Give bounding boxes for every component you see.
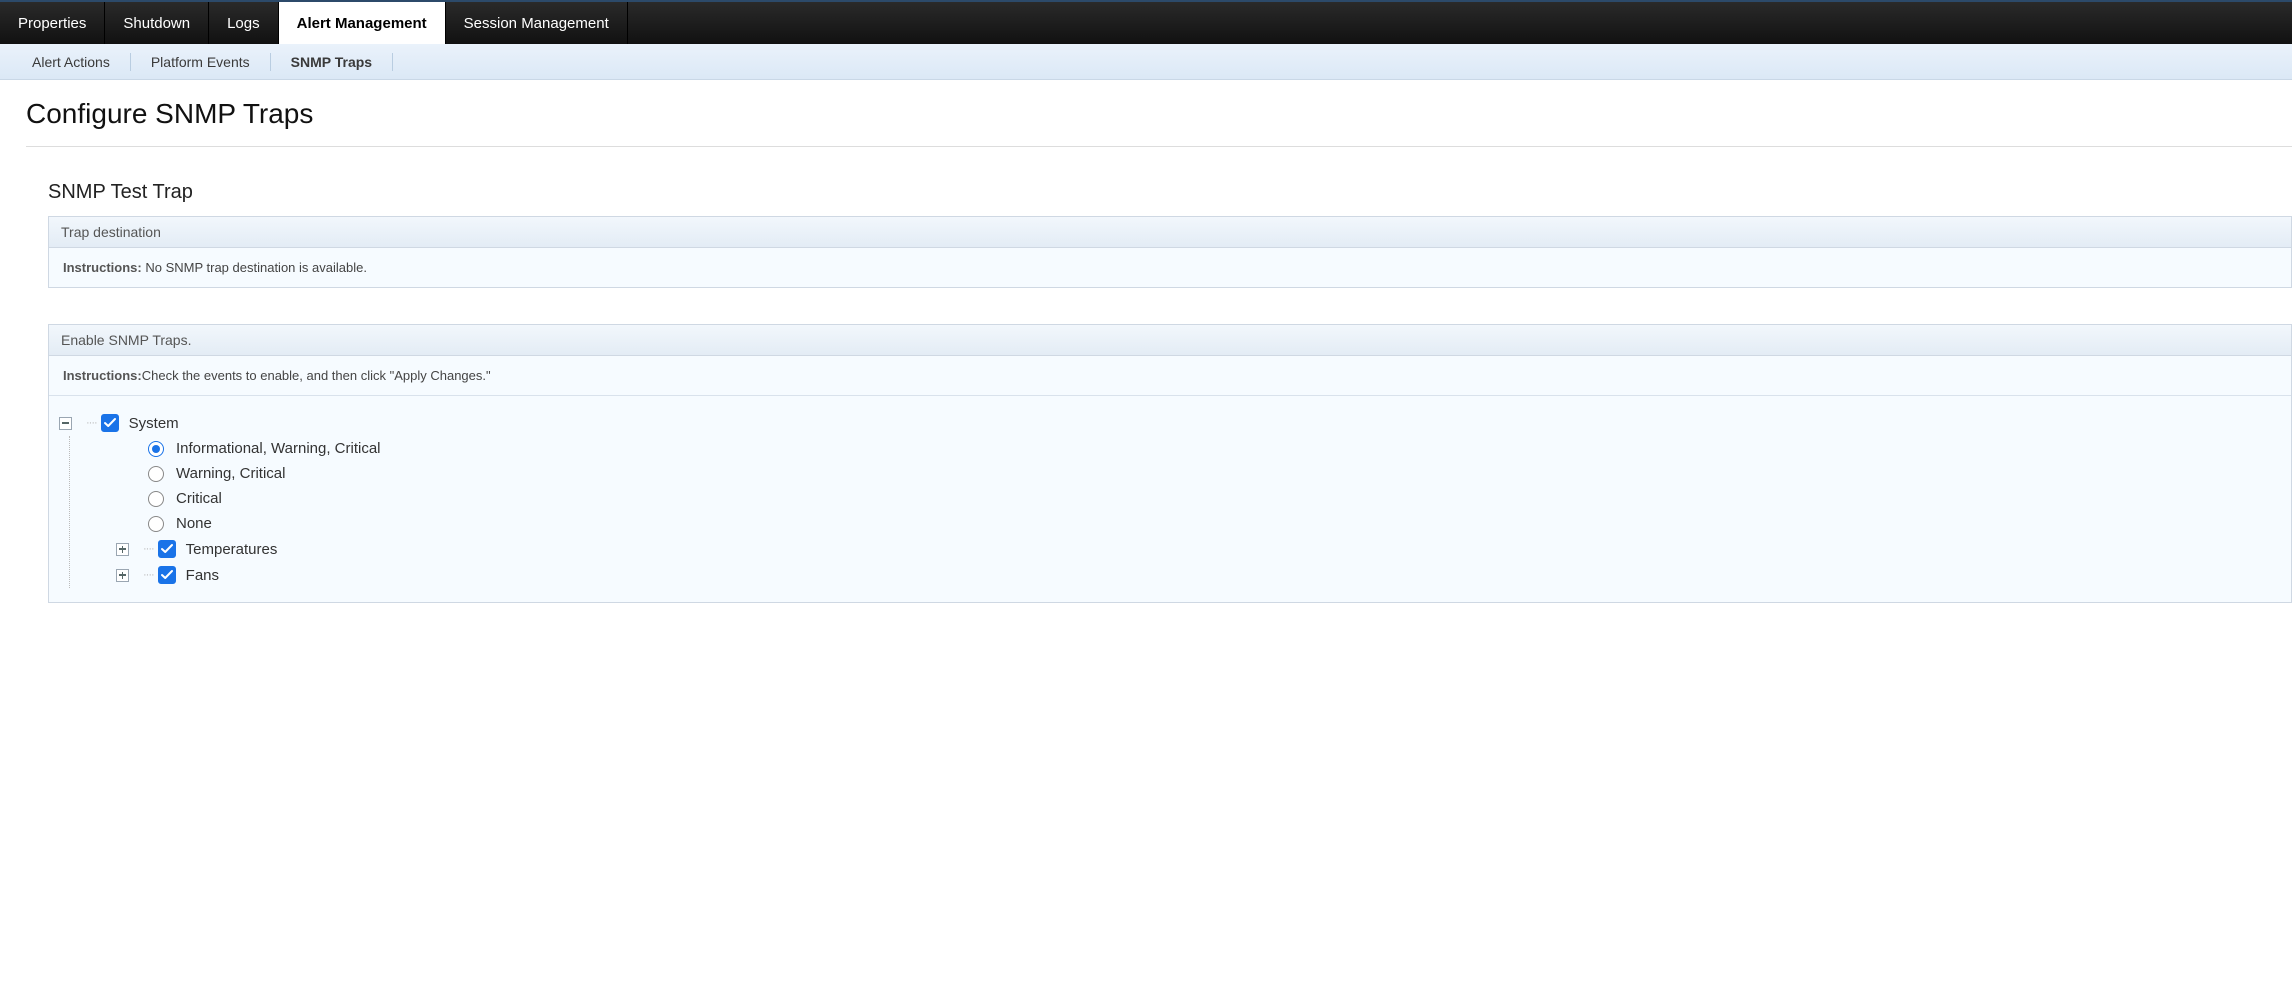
checkbox-system[interactable] xyxy=(101,414,119,432)
instructions-label: Instructions: xyxy=(63,368,142,383)
checkbox-fans[interactable] xyxy=(158,566,176,584)
top-tab-bar: Properties Shutdown Logs Alert Managemen… xyxy=(0,0,2292,44)
severity-radio-group: Informational, Warning, Critical Warning… xyxy=(148,436,2281,536)
tab-logs[interactable]: Logs xyxy=(209,2,279,44)
sub-tab-bar: Alert Actions Platform Events SNMP Traps xyxy=(0,44,2292,80)
collapse-icon[interactable] xyxy=(59,417,72,430)
tree-connector: ···· xyxy=(143,543,154,555)
radio-label: None xyxy=(176,515,212,532)
divider xyxy=(270,53,271,71)
check-icon xyxy=(161,543,173,555)
subtab-snmp-traps[interactable]: SNMP Traps xyxy=(281,54,382,70)
tree-connector: ···· xyxy=(143,569,154,581)
tree-node-temperatures: ···· Temperatures xyxy=(116,536,2281,562)
tab-session-management[interactable]: Session Management xyxy=(446,2,628,44)
radio-label: Informational, Warning, Critical xyxy=(176,440,381,457)
radio-row-warning: Warning, Critical xyxy=(148,461,2281,486)
tab-alert-management[interactable]: Alert Management xyxy=(279,2,446,44)
panel-trap-destination: Trap destination Instructions: No SNMP t… xyxy=(48,216,2292,288)
checkbox-temperatures[interactable] xyxy=(158,540,176,558)
panel-body-trap-destination: Instructions: No SNMP trap destination i… xyxy=(49,248,2291,287)
snmp-trap-tree: ···· System Informational, Warning, Crit… xyxy=(49,396,2291,602)
tree-connector: ···· xyxy=(86,417,97,429)
radio-label: Warning, Critical xyxy=(176,465,285,482)
subtab-alert-actions[interactable]: Alert Actions xyxy=(22,54,120,70)
tab-properties[interactable]: Properties xyxy=(0,2,105,44)
radio-row-informational: Informational, Warning, Critical xyxy=(148,436,2281,461)
page-title: Configure SNMP Traps xyxy=(26,98,2292,130)
expand-icon[interactable] xyxy=(116,569,129,582)
panel-enable-snmp-traps: Enable SNMP Traps. Instructions:Check th… xyxy=(48,324,2292,603)
radio-informational-warning-critical[interactable] xyxy=(148,441,164,457)
instructions-text: No SNMP trap destination is available. xyxy=(145,260,367,275)
radio-warning-critical[interactable] xyxy=(148,466,164,482)
tree-children: ···· Temperatures ···· Fans xyxy=(116,536,2281,588)
tab-shutdown[interactable]: Shutdown xyxy=(105,2,209,44)
check-icon xyxy=(161,569,173,581)
section-title-test-trap: SNMP Test Trap xyxy=(48,181,2292,204)
radio-critical[interactable] xyxy=(148,491,164,507)
divider xyxy=(130,53,131,71)
radio-none[interactable] xyxy=(148,516,164,532)
divider xyxy=(26,146,2292,147)
check-icon xyxy=(104,417,116,429)
panel-head-trap-destination: Trap destination xyxy=(49,217,2291,248)
instructions-text: Check the events to enable, and then cli… xyxy=(142,368,491,383)
expand-icon[interactable] xyxy=(116,543,129,556)
tree-node-fans: ···· Fans xyxy=(116,562,2281,588)
instructions-label: Instructions: xyxy=(63,260,145,275)
radio-row-none: None xyxy=(148,511,2281,536)
tree-label-fans: Fans xyxy=(186,567,219,584)
tree-node-system: ···· System xyxy=(59,410,2281,436)
tree-label-temperatures: Temperatures xyxy=(186,541,278,558)
panel-head-enable-snmp: Enable SNMP Traps. xyxy=(49,325,2291,356)
subtab-platform-events[interactable]: Platform Events xyxy=(141,54,260,70)
divider xyxy=(392,53,393,71)
radio-row-critical: Critical xyxy=(148,486,2281,511)
tree-label-system: System xyxy=(129,415,179,432)
panel-body-enable-snmp: Instructions:Check the events to enable,… xyxy=(49,356,2291,396)
radio-label: Critical xyxy=(176,490,222,507)
